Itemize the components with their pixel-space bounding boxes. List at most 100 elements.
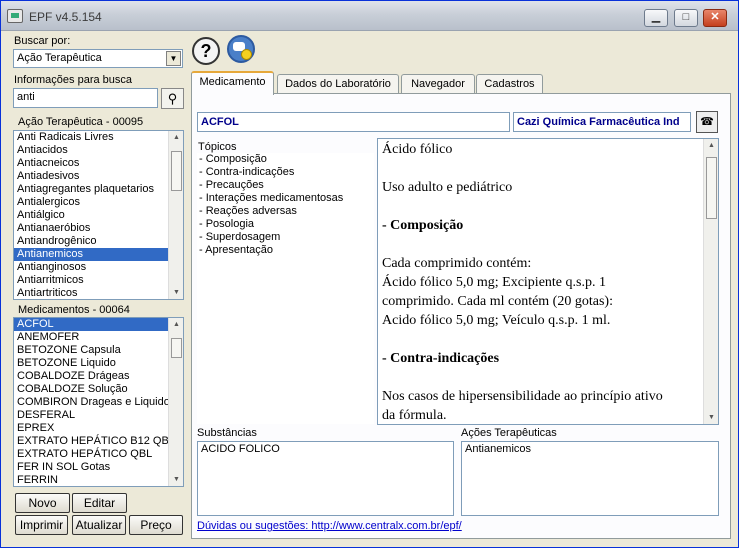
medicamento-list-item[interactable]: BETOZONE Capsula	[14, 344, 183, 357]
acao-list-item[interactable]: Antianemicos	[14, 248, 183, 261]
medicamento-list-item[interactable]: EXTRATO HEPÁTICO QBL	[14, 448, 183, 461]
topico-item[interactable]: - Reações adversas	[197, 205, 374, 218]
acao-list-item[interactable]: Antiagregantes plaquetarios	[14, 183, 183, 196]
acao-list-item[interactable]: Antiartriticos	[14, 287, 183, 299]
substancias-label: Substâncias	[197, 427, 257, 439]
document-body: Ácido fólico Uso adulto e pediátrico - Com…	[378, 139, 718, 424]
document-paragraph: Nos casos de hipersensibilidade ao princ…	[382, 389, 663, 404]
topico-item[interactable]: - Apresentação	[197, 244, 374, 257]
lab-info-icon[interactable]: ☎	[696, 111, 718, 133]
tab-medicamento[interactable]: Medicamento	[191, 71, 274, 95]
medicamento-list-item[interactable]: COMBIRON Drageas e Liquido	[14, 396, 183, 409]
title-bar: EPF v4.5.154 ▁ □ ✕	[1, 1, 738, 31]
topicos-list[interactable]: - Composição - Contra-indicações - Precauç…	[197, 153, 374, 424]
close-button[interactable]: ✕	[703, 9, 727, 27]
acao-list-item[interactable]: Anti Radicais Livres	[14, 131, 183, 144]
medicamentos-scrollbar[interactable]: ▲ ▼	[168, 318, 183, 486]
scroll-thumb[interactable]	[171, 151, 182, 191]
editar-button[interactable]: Editar	[72, 493, 127, 513]
scroll-up-icon[interactable]: ▲	[169, 318, 183, 331]
minimize-button[interactable]: ▁	[644, 9, 668, 27]
medicamento-list-item[interactable]: BETOZONE Liquido	[14, 357, 183, 370]
medicamento-list-item[interactable]: COBALDOZE Drágeas	[14, 370, 183, 383]
scroll-down-icon[interactable]: ▼	[169, 286, 183, 299]
atualizar-button[interactable]: Atualizar	[72, 515, 126, 535]
document-paragraph: - Contra-indicações	[382, 351, 500, 366]
medicamento-list-item[interactable]: ANEMOFER	[14, 331, 183, 344]
topico-item[interactable]: - Interações medicamentosas	[197, 192, 374, 205]
imprimir-button[interactable]: Imprimir	[15, 515, 68, 535]
document-paragraph: Ácido fólico	[382, 142, 453, 157]
acao-list-item[interactable]: Antianginosos	[14, 261, 183, 274]
acao-list-item[interactable]: Antiacidos	[14, 144, 183, 157]
tab-cadastros[interactable]: Cadastros	[476, 74, 543, 94]
app-icon	[7, 9, 23, 23]
tab-dados-laboratorio[interactable]: Dados do Laboratório	[277, 74, 399, 94]
topico-item[interactable]: - Contra-indicações	[197, 166, 374, 179]
topico-item[interactable]: - Composição	[197, 153, 374, 166]
document-paragraph: Cada comprimido contém:	[382, 256, 532, 271]
acao-list-item[interactable]: Antiandrogênico	[14, 235, 183, 248]
tab-navegador[interactable]: Navegador	[401, 74, 475, 94]
medicamentos-list[interactable]: ACFOL ANEMOFER BETOZONE Capsula BETOZONE Li…	[13, 317, 184, 487]
document-scrollbar[interactable]: ▲ ▼	[703, 139, 718, 424]
document-paragraph	[382, 159, 714, 178]
acao-terapeutica-item[interactable]: Antianemicos	[462, 442, 718, 456]
scroll-down-icon[interactable]: ▼	[704, 411, 718, 424]
scroll-thumb[interactable]	[171, 338, 182, 358]
document-paragraph: Uso adulto e pediátrico	[382, 180, 513, 195]
chat-icon[interactable]	[227, 35, 255, 63]
topicos-label: Tópicos	[198, 141, 237, 153]
medicamento-list-item[interactable]: ACFOL	[14, 318, 183, 331]
acao-list-item[interactable]: Antiálgico	[14, 209, 183, 222]
acao-list-item[interactable]: Antiarritmicos	[14, 274, 183, 287]
document-paragraph	[382, 330, 714, 349]
topico-item[interactable]: - Precauções	[197, 179, 374, 192]
help-icon[interactable]: ?	[192, 37, 220, 65]
acoes-terapeuticas-label: Ações Terapêuticas	[461, 427, 557, 439]
search-input[interactable]: anti	[13, 88, 158, 108]
smiley	[241, 49, 252, 60]
document-paragraph: Acido fólico 5,0 mg; Veículo q.s.p. 1 ml…	[382, 313, 611, 328]
document-paragraph	[382, 197, 714, 216]
scroll-up-icon[interactable]: ▲	[169, 131, 183, 144]
laboratorio-field[interactable]: Cazi Química Farmacêutica Ind	[513, 112, 691, 132]
substancias-list[interactable]: ACIDO FOLICO	[197, 441, 454, 516]
scroll-down-icon[interactable]: ▼	[169, 473, 183, 486]
window-title: EPF v4.5.154	[29, 10, 102, 24]
acoes-list[interactable]: Anti Radicais Livres Antiacidos Antiacneic…	[13, 130, 184, 300]
preco-button[interactable]: Preço	[129, 515, 183, 535]
medicamento-list-item[interactable]: EPREX	[14, 422, 183, 435]
novo-button[interactable]: Novo	[15, 493, 70, 513]
chevron-down-icon[interactable]: ▼	[166, 51, 181, 66]
document-viewer[interactable]: Ácido fólico Uso adulto e pediátrico - Com…	[377, 138, 719, 425]
medicamentos-list-header: Medicamentos - 00064	[13, 303, 184, 318]
search-button[interactable]: ⚲	[161, 88, 184, 109]
scroll-thumb[interactable]	[706, 157, 717, 219]
support-link[interactable]: Dúvidas ou sugestões: http://www.central…	[197, 520, 462, 532]
maximize-button[interactable]: □	[674, 9, 698, 27]
search-by-select[interactable]: Ação Terapêutica ▼	[13, 49, 183, 68]
acao-list-item[interactable]: Antiacneicos	[14, 157, 183, 170]
medicamento-list-item[interactable]: EXTRATO HEPÁTICO B12 QB	[14, 435, 183, 448]
acoes-scrollbar[interactable]: ▲ ▼	[168, 131, 183, 299]
medicamento-list-item[interactable]: FER IN SOL Gotas	[14, 461, 183, 474]
document-paragraph	[382, 368, 714, 387]
document-paragraph: da fórmula.	[382, 408, 447, 423]
document-paragraph	[382, 235, 714, 254]
medicamento-name-field[interactable]: ACFOL	[197, 112, 510, 132]
medicamento-list-item[interactable]: COBALDOZE Solução	[14, 383, 183, 396]
substancia-item[interactable]: ACIDO FOLICO	[198, 442, 453, 456]
medicamento-list-item[interactable]: DESFERAL	[14, 409, 183, 422]
acoes-terapeuticas-list[interactable]: Antianemicos	[461, 441, 719, 516]
app-window: EPF v4.5.154 ▁ □ ✕ Buscar por: Ação Tera…	[0, 0, 739, 548]
medicamento-panel: ACFOL Cazi Química Farmacêutica Ind ☎ Tó…	[191, 93, 731, 539]
scroll-up-icon[interactable]: ▲	[704, 139, 718, 152]
acao-list-item[interactable]: Antianaeróbios	[14, 222, 183, 235]
acao-list-item[interactable]: Antiadesivos	[14, 170, 183, 183]
topico-item[interactable]: - Superdosagem	[197, 231, 374, 244]
acao-list-item[interactable]: Antialergicos	[14, 196, 183, 209]
search-by-label: Buscar por:	[14, 35, 71, 47]
medicamento-list-item[interactable]: FERRIN	[14, 474, 183, 486]
topico-item[interactable]: - Posologia	[197, 218, 374, 231]
